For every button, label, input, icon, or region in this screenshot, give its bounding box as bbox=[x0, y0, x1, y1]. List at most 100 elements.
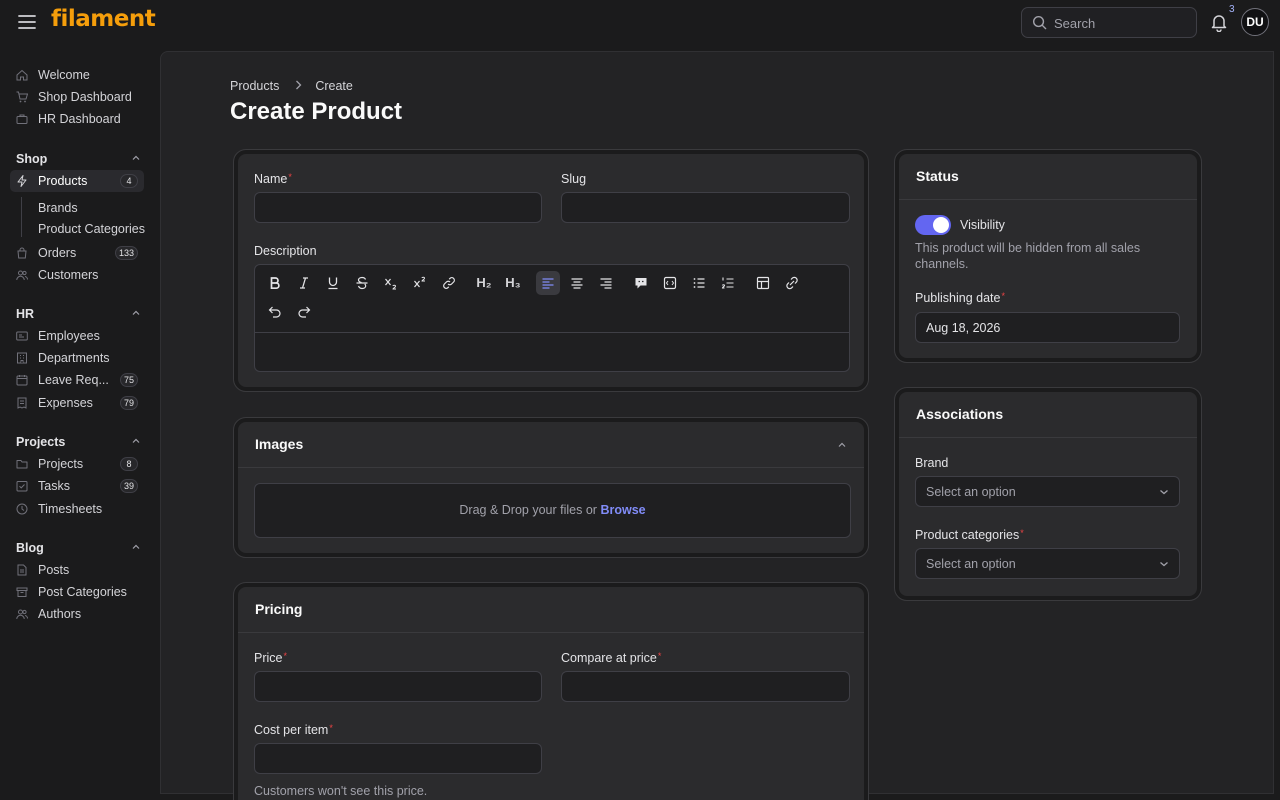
sidebar-item-customers[interactable]: Customers bbox=[10, 264, 144, 286]
sidebar-group-hr[interactable]: HR bbox=[16, 307, 34, 321]
sidebar-item-label: Authors bbox=[38, 607, 82, 621]
associations-card-header: Associations bbox=[899, 392, 1197, 438]
name-input[interactable] bbox=[254, 192, 542, 223]
menu-icon[interactable] bbox=[18, 14, 36, 30]
required-mark: * bbox=[288, 172, 292, 182]
categories-select-placeholder: Select an option bbox=[926, 557, 1016, 571]
chevron-up-icon[interactable] bbox=[132, 543, 140, 551]
sidebar-item-post-categories[interactable]: Post Categories bbox=[10, 581, 144, 603]
publishing-date-input[interactable] bbox=[915, 312, 1180, 343]
brand-select-placeholder: Select an option bbox=[926, 485, 1016, 499]
chevron-down-icon bbox=[1160, 490, 1168, 495]
align-left-icon[interactable] bbox=[536, 271, 560, 295]
sub-nav-line bbox=[21, 197, 22, 237]
italic-icon[interactable] bbox=[292, 271, 316, 295]
rich-text-editor: H₂ H₃ bbox=[254, 264, 850, 372]
brand-logo[interactable]: filament bbox=[51, 6, 156, 32]
brand-select[interactable]: Select an option bbox=[915, 476, 1180, 507]
required-mark: * bbox=[329, 723, 333, 733]
align-right-icon[interactable] bbox=[594, 271, 618, 295]
visibility-toggle[interactable] bbox=[915, 215, 951, 235]
sidebar-item-authors[interactable]: Authors bbox=[10, 603, 144, 625]
redo-icon[interactable] bbox=[292, 300, 316, 324]
sidebar-item-leave-requests[interactable]: Leave Req... 75 bbox=[10, 369, 144, 391]
compare-label-text: Compare at price bbox=[561, 651, 657, 665]
browse-link[interactable]: Browse bbox=[600, 503, 645, 517]
bullet-list-icon[interactable] bbox=[687, 271, 711, 295]
chevron-up-icon[interactable] bbox=[838, 441, 846, 449]
sidebar-item-employees[interactable]: Employees bbox=[10, 325, 144, 347]
sidebar-item-brands[interactable]: Brands bbox=[38, 201, 78, 215]
name-label: Name* bbox=[254, 172, 292, 186]
associations-title: Associations bbox=[916, 406, 1004, 422]
sidebar-group-blog[interactable]: Blog bbox=[16, 541, 44, 555]
sidebar-item-products[interactable]: Products 4 bbox=[10, 170, 144, 192]
attach-link-icon[interactable] bbox=[780, 271, 804, 295]
product-categories-select[interactable]: Select an option bbox=[915, 548, 1180, 579]
price-input[interactable] bbox=[254, 671, 542, 702]
chevron-up-icon[interactable] bbox=[132, 437, 140, 445]
editor-content-area[interactable] bbox=[255, 333, 849, 371]
sidebar-item-label: Departments bbox=[38, 351, 110, 365]
sidebar-item-posts[interactable]: Posts bbox=[10, 559, 144, 581]
sidebar-group-shop[interactable]: Shop bbox=[16, 152, 47, 166]
align-center-icon[interactable] bbox=[565, 271, 589, 295]
sidebar-item-projects[interactable]: Projects 8 bbox=[10, 453, 144, 475]
blockquote-icon[interactable] bbox=[629, 271, 653, 295]
sidebar-item-tasks[interactable]: Tasks 39 bbox=[10, 475, 144, 497]
count-badge: 39 bbox=[119, 479, 138, 493]
underline-icon[interactable] bbox=[321, 271, 345, 295]
undo-icon[interactable] bbox=[263, 300, 287, 324]
sidebar-item-product-categories[interactable]: Product Categories bbox=[38, 222, 145, 236]
building-icon bbox=[17, 352, 27, 364]
global-search[interactable] bbox=[1021, 7, 1197, 38]
compare-price-input[interactable] bbox=[561, 671, 850, 702]
publishing-date-label: Publishing date* bbox=[915, 291, 1005, 305]
users-icon bbox=[16, 609, 28, 620]
sidebar-item-label: Posts bbox=[38, 563, 70, 577]
breadcrumb-item[interactable]: Products bbox=[230, 79, 279, 93]
visibility-label: Visibility bbox=[960, 218, 1005, 232]
required-mark: * bbox=[1020, 528, 1024, 538]
ordered-list-icon[interactable] bbox=[716, 271, 740, 295]
status-card-header: Status bbox=[899, 154, 1197, 200]
images-card: Images Drag & Drop your files or Browse bbox=[233, 417, 869, 558]
superscript-icon[interactable] bbox=[408, 271, 432, 295]
user-avatar[interactable]: DU bbox=[1241, 8, 1269, 36]
chevron-up-icon[interactable] bbox=[132, 154, 140, 162]
strikethrough-icon[interactable] bbox=[350, 271, 374, 295]
sidebar-item-orders[interactable]: Orders 133 bbox=[10, 242, 144, 264]
sidebar-item-label: Expenses bbox=[38, 396, 93, 410]
sidebar-group-projects[interactable]: Projects bbox=[16, 435, 65, 449]
editor-toolbar: H₂ H₃ bbox=[255, 265, 849, 333]
sidebar-item-expenses[interactable]: Expenses 79 bbox=[10, 392, 144, 414]
sidebar-item-welcome[interactable]: Welcome bbox=[10, 64, 144, 86]
count-badge: 75 bbox=[119, 373, 138, 387]
slug-input[interactable] bbox=[561, 192, 850, 223]
table-icon[interactable] bbox=[751, 271, 775, 295]
description-label: Description bbox=[254, 244, 317, 258]
subscript-icon[interactable] bbox=[379, 271, 403, 295]
sidebar-item-label: Orders bbox=[38, 246, 77, 260]
sidebar-item-hr-dashboard[interactable]: HR Dashboard bbox=[10, 108, 144, 130]
breadcrumb-item[interactable]: Create bbox=[315, 79, 353, 93]
briefcase-icon bbox=[16, 114, 28, 124]
heading-3-icon[interactable]: H₃ bbox=[501, 271, 525, 295]
search-input[interactable] bbox=[1054, 14, 1189, 32]
pricing-title: Pricing bbox=[255, 601, 303, 617]
bold-icon[interactable] bbox=[263, 271, 287, 295]
chevron-up-icon[interactable] bbox=[132, 309, 140, 317]
sidebar-item-shop-dashboard[interactable]: Shop Dashboard bbox=[10, 86, 144, 108]
cost-label-text: Cost per item bbox=[254, 723, 329, 737]
sidebar-item-label: Customers bbox=[38, 268, 99, 282]
sidebar-item-timesheets[interactable]: Timesheets bbox=[10, 498, 144, 520]
link-icon[interactable] bbox=[437, 271, 461, 295]
sidebar-item-departments[interactable]: Departments bbox=[10, 347, 144, 369]
file-dropzone[interactable]: Drag & Drop your files or Browse bbox=[254, 483, 851, 538]
status-card: Status Visibility This product will be h… bbox=[894, 149, 1202, 363]
heading-2-icon[interactable]: H₂ bbox=[472, 271, 496, 295]
code-block-icon[interactable] bbox=[658, 271, 682, 295]
bell-icon[interactable] bbox=[1209, 12, 1229, 32]
count-badge: 133 bbox=[114, 246, 138, 260]
cost-input[interactable] bbox=[254, 743, 542, 774]
